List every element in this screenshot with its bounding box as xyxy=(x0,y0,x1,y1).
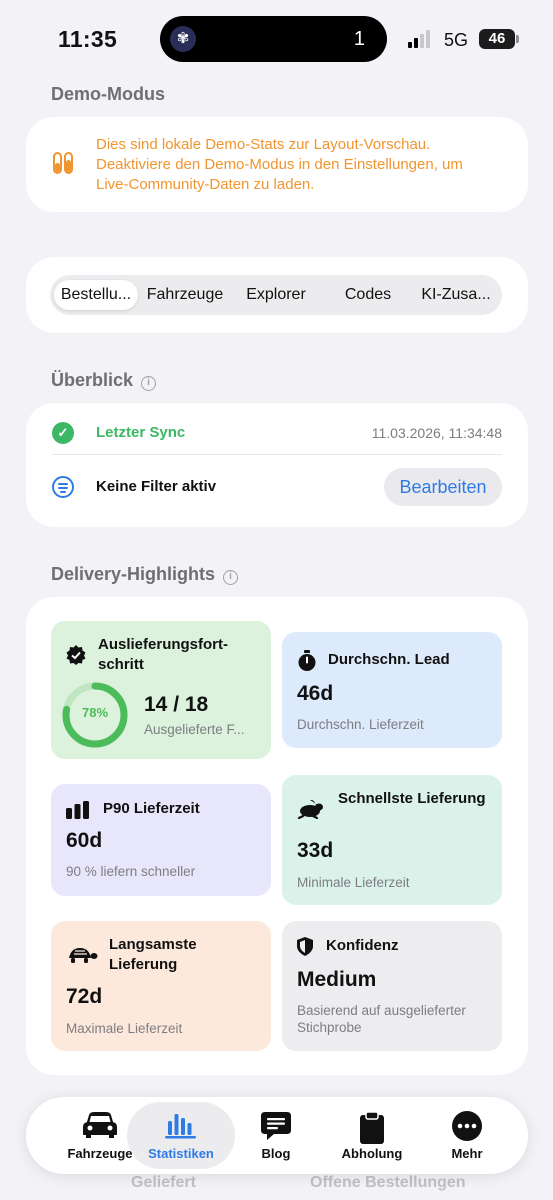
confidence-value: Medium xyxy=(297,968,377,991)
tabbar-label: Blog xyxy=(261,1146,291,1161)
demo-message: Dies sind lokale Demo-Stats zur Layout-V… xyxy=(96,136,463,193)
sync-timestamp: 11.03.2026, 11:34:48 xyxy=(371,425,502,441)
segmented-control[interactable]: Bestellu... Fahrzeuge Explorer Codes KI-… xyxy=(50,275,502,315)
p90-title: P90 Lieferzeit xyxy=(103,800,200,817)
fastest-title: Schnellste Lieferung xyxy=(338,790,486,807)
overview-section-title: Überblick i xyxy=(51,370,157,391)
info-icon[interactable]: i xyxy=(141,376,157,391)
tortoise-icon xyxy=(69,948,98,963)
bar-chart-icon xyxy=(66,801,89,819)
demo-card: Dies sind lokale Demo-Stats zur Layout-V… xyxy=(26,117,528,212)
test-tubes-icon xyxy=(53,152,73,174)
clipboard-icon xyxy=(360,1111,384,1144)
slowest-tile[interactable]: Langsamste Lieferung 72d Maximale Liefer… xyxy=(51,921,271,1051)
lead-value: 46d xyxy=(297,682,334,705)
lead-sub: Durchschn. Lieferzeit xyxy=(297,717,424,732)
delivered-label: Geliefert xyxy=(131,1174,196,1191)
status-bar: 11:35 ✾ 1 5G 46 xyxy=(0,0,553,78)
app-activity-icon: ✾ xyxy=(170,26,196,52)
tab-bestellungen[interactable]: Bestellu... xyxy=(54,280,138,310)
filter-icon xyxy=(52,476,74,498)
confidence-sub: Basierend auf ausgelieferter Stichprobe xyxy=(297,1003,466,1035)
info-icon[interactable]: i xyxy=(223,570,239,585)
slowest-value: 72d xyxy=(66,985,103,1008)
checkmark-circle-icon: ✓ xyxy=(52,422,74,444)
filter-status-label: Keine Filter aktiv xyxy=(96,478,217,495)
open-orders-label: Offene Bestellungen xyxy=(310,1174,466,1191)
overview-title-text: Überblick xyxy=(51,370,134,390)
car-icon xyxy=(83,1112,117,1138)
shield-icon xyxy=(297,937,313,956)
segment-card: Bestellu... Fahrzeuge Explorer Codes KI-… xyxy=(26,257,528,333)
stats-bars-icon xyxy=(165,1114,196,1139)
p90-tile[interactable]: P90 Lieferzeit 60d 90 % liefern schnelle… xyxy=(51,784,271,896)
confidence-title: Konfidenz xyxy=(326,937,399,954)
verified-badge-icon xyxy=(66,645,86,665)
tabbar-item-mehr[interactable]: Mehr xyxy=(426,1097,508,1174)
filter-row: Keine Filter aktiv Bearbeiten xyxy=(52,467,502,507)
tabbar-label: Mehr xyxy=(451,1146,483,1161)
progress-percent: 78% xyxy=(81,705,109,720)
tabbar-label: Statistiken xyxy=(148,1146,214,1161)
stopwatch-icon xyxy=(298,650,316,671)
tabbar-item-statistiken[interactable]: Statistiken xyxy=(127,1102,235,1169)
progress-title: Auslieferungsfort-schritt xyxy=(98,636,229,673)
battery-icon: 46 xyxy=(479,29,519,49)
fastest-sub: Minimale Lieferzeit xyxy=(297,875,410,890)
network-label: 5G xyxy=(444,30,469,50)
battery-level: 46 xyxy=(488,30,506,47)
tab-ki-zusammenfassung[interactable]: KI-Zusa... xyxy=(414,280,498,310)
more-icon xyxy=(452,1111,482,1141)
sync-row: ✓ Letzter Sync 11.03.2026, 11:34:48 xyxy=(52,413,502,453)
status-time: 11:35 xyxy=(58,26,118,52)
progress-tile[interactable]: Auslieferungsfort-schritt 78% 14 / 18 Au… xyxy=(51,621,271,759)
sync-label: Letzter Sync xyxy=(96,424,186,441)
demo-section-title: Demo-Modus xyxy=(51,84,165,104)
speech-bubble-icon xyxy=(261,1112,291,1140)
fastest-value: 33d xyxy=(297,839,334,862)
tabbar-item-abholung[interactable]: Abholung xyxy=(326,1097,418,1174)
overview-card: ✓ Letzter Sync 11.03.2026, 11:34:48 Kein… xyxy=(26,403,528,527)
fastest-tile[interactable]: Schnellste Lieferung 33d Minimale Liefer… xyxy=(282,775,502,905)
hare-icon xyxy=(297,799,323,819)
tabbar-item-blog[interactable]: Blog xyxy=(236,1097,316,1174)
tabbar-label: Abholung xyxy=(341,1146,403,1161)
signal-icon xyxy=(408,30,436,48)
divider xyxy=(52,454,502,455)
edit-filters-button[interactable]: Bearbeiten xyxy=(384,468,502,506)
island-count: 1 xyxy=(353,28,365,50)
slowest-sub: Maximale Lieferzeit xyxy=(66,1021,183,1036)
lead-title: Durchschn. Lead xyxy=(328,651,450,668)
progress-value: 14 / 18 xyxy=(144,693,209,716)
lead-tile[interactable]: Durchschn. Lead 46d Durchschn. Lieferzei… xyxy=(282,632,502,748)
highlights-card: Auslieferungsfort-schritt 78% 14 / 18 Au… xyxy=(26,597,528,1075)
dynamic-island[interactable]: ✾ 1 xyxy=(160,16,387,62)
highlights-section-title: Delivery-Highlights i xyxy=(51,564,239,585)
confidence-tile[interactable]: Konfidenz Medium Basierend auf ausgelief… xyxy=(282,921,502,1051)
p90-sub: 90 % liefern schneller xyxy=(66,864,196,879)
p90-value: 60d xyxy=(66,829,103,852)
highlights-title-text: Delivery-Highlights xyxy=(51,564,216,584)
tab-codes[interactable]: Codes xyxy=(330,280,406,310)
slowest-title: Langsamste Lieferung xyxy=(109,936,197,973)
bottom-tab-bar: Fahrzeuge Statistiken Blog Abholung Mehr xyxy=(26,1097,528,1174)
tab-fahrzeuge[interactable]: Fahrzeuge xyxy=(142,280,228,310)
tab-explorer[interactable]: Explorer xyxy=(236,280,316,310)
progress-sub: Ausgelieferte F... xyxy=(144,722,245,737)
